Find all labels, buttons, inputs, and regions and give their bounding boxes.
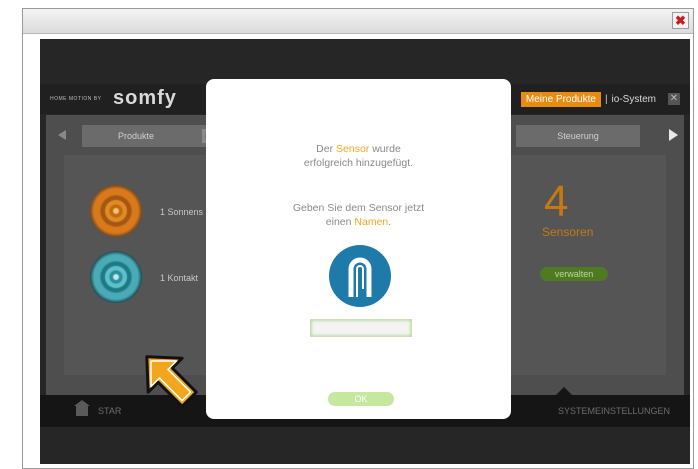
add-sensor-dialog: Der Sensor wurde erfolgreich hinzugefügt…: [206, 79, 511, 419]
tab-control[interactable]: Steuerung: [516, 125, 640, 147]
system-settings-label[interactable]: SYSTEMEINSTELLUNGEN: [558, 406, 670, 416]
header-separator: |: [604, 93, 608, 105]
bottom-bar-notch: [556, 387, 572, 395]
tab-products-label: Produkte: [118, 131, 155, 141]
success-text-after: wurde: [369, 143, 401, 155]
prompt-highlight: Namen: [354, 216, 389, 228]
sensor-label-sun: 1 Sonnens: [160, 207, 204, 217]
sensor-count-label: Sensoren: [542, 225, 594, 239]
somfy-logo: somfy: [113, 87, 177, 109]
success-message-line2: erfolgreich hinzugefügt.: [303, 157, 414, 169]
app-close-icon[interactable]: ✕: [668, 93, 680, 105]
success-highlight: Sensor: [336, 143, 370, 155]
prompt-text-after: .: [388, 216, 392, 228]
header-nav: Meine Produkte | io-System ✕: [520, 90, 680, 108]
pointer-arrow-icon: [145, 355, 198, 408]
name-prompt-line1: Geben Sie dem Sensor jetzt: [292, 202, 425, 214]
home-icon[interactable]: [74, 400, 90, 416]
success-text-before: Der: [316, 143, 337, 155]
popup-close-button[interactable]: ✖: [672, 12, 689, 29]
contact-sensor-icon: [90, 251, 142, 303]
ok-button[interactable]: OK: [328, 392, 394, 406]
success-message-line1: Der Sensor wurde: [206, 142, 511, 156]
sensor-count: 4: [544, 177, 569, 226]
name-prompt-line2: einen Namen.: [206, 215, 511, 229]
popup-titlebar: ✖: [23, 9, 693, 34]
tab-products[interactable]: Produkte io: [82, 125, 222, 147]
brand-tagline: HOME MOTION BY: [50, 96, 102, 102]
sensor-name-input[interactable]: [310, 319, 412, 337]
prompt-text-before: einen: [325, 216, 355, 228]
sun-sensor-icon: [90, 185, 142, 237]
bottom-start-label[interactable]: STAR: [98, 406, 121, 416]
contact-sensor-icon: [329, 245, 391, 307]
manage-button[interactable]: verwalten: [540, 267, 608, 281]
sensor-label-contact: 1 Kontakt: [160, 273, 199, 283]
my-products-button[interactable]: Meine Produkte: [520, 91, 601, 107]
arrow-left-icon[interactable]: [58, 130, 66, 140]
arrow-right-icon[interactable]: [669, 129, 678, 141]
io-system-link[interactable]: io-System: [612, 94, 656, 105]
